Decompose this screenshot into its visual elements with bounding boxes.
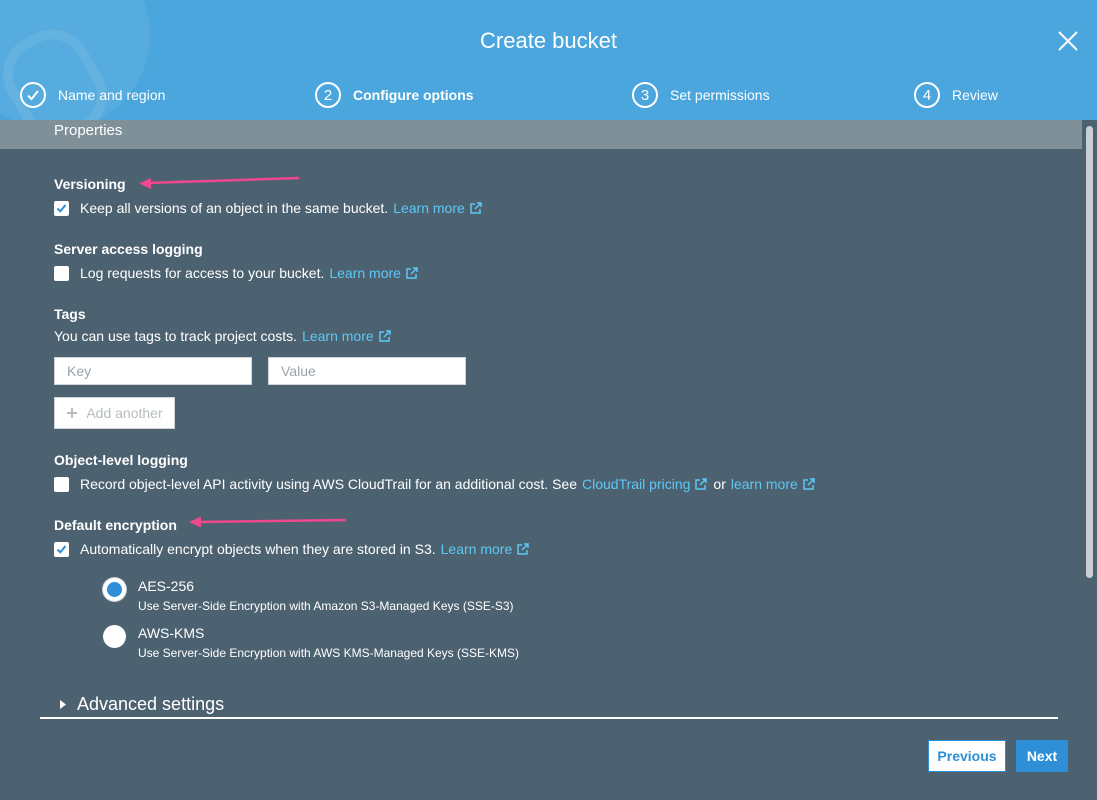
external-link-icon	[470, 202, 482, 214]
server-access-logging-checkbox[interactable]	[54, 265, 69, 281]
tags-text: You can use tags to track project costs.	[54, 328, 298, 344]
advanced-settings-label: Advanced settings	[77, 694, 225, 714]
tags-heading: Tags	[54, 306, 86, 322]
annotation-arrow-encryption	[189, 516, 347, 528]
versioning-row: Keep all versions of an object in the sa…	[54, 200, 483, 216]
annotation-arrow-versioning	[139, 176, 300, 189]
divider	[40, 717, 1058, 719]
server-access-logging-learn-more-link[interactable]: Learn more	[329, 265, 401, 281]
checkmark-icon	[20, 82, 46, 108]
next-button[interactable]: Next	[1016, 740, 1068, 772]
object-level-logging-checkbox[interactable]	[54, 476, 69, 492]
plus-icon	[67, 408, 78, 418]
versioning-learn-more-link[interactable]: Learn more	[393, 200, 465, 216]
tag-value-input[interactable]	[268, 357, 466, 385]
server-access-logging-text: Log requests for access to your bucket.	[80, 265, 325, 281]
step-name-and-region[interactable]: Name and region	[20, 82, 165, 108]
close-icon[interactable]	[1057, 30, 1079, 52]
default-encryption-row: Automatically encrypt objects when they …	[54, 541, 530, 557]
external-link-icon	[378, 330, 391, 342]
aes-256-description: Use Server-Side Encryption with Amazon S…	[138, 599, 514, 613]
aes-256-radio[interactable]	[103, 578, 126, 601]
properties-section-bar: Properties	[0, 120, 1082, 149]
external-link-icon	[803, 478, 815, 490]
modal-title: Create bucket	[480, 28, 617, 53]
aws-kms-title: AWS-KMS	[138, 625, 205, 641]
object-level-logging-row: Record object-level API activity using A…	[54, 476, 816, 492]
server-access-logging-heading: Server access logging	[54, 241, 203, 257]
default-encryption-heading: Default encryption	[54, 517, 177, 533]
tags-description-row: You can use tags to track project costs.…	[54, 328, 392, 344]
aws-kms-radio[interactable]	[103, 625, 126, 648]
versioning-heading: Versioning	[54, 176, 126, 192]
add-another-tag-button[interactable]: Add another	[54, 397, 175, 429]
external-link-icon	[695, 478, 708, 490]
versioning-text: Keep all versions of an object in the sa…	[80, 200, 389, 216]
default-encryption-text: Automatically encrypt objects when they …	[80, 541, 436, 557]
tag-key-input[interactable]	[54, 357, 252, 385]
scrollbar-thumb[interactable]	[1086, 126, 1093, 578]
step-number: 3	[632, 82, 658, 108]
external-link-icon	[406, 267, 418, 279]
or-text: or	[713, 476, 726, 492]
advanced-settings-toggle[interactable]: Advanced settings	[60, 694, 224, 715]
cloudtrail-pricing-link[interactable]: CloudTrail pricing	[582, 476, 690, 492]
versioning-checkbox[interactable]	[54, 200, 69, 216]
add-another-label: Add another	[86, 405, 163, 421]
step-label: Configure options	[353, 87, 474, 103]
step-number: 2	[315, 82, 341, 108]
step-label: Set permissions	[670, 87, 770, 103]
step-review[interactable]: 4 Review	[914, 82, 998, 108]
previous-button[interactable]: Previous	[928, 740, 1006, 772]
step-number: 4	[914, 82, 940, 108]
default-encryption-learn-more-link[interactable]: Learn more	[441, 541, 513, 557]
modal-header: Create bucket Name and region 2 Configur…	[0, 0, 1097, 120]
aes-256-title: AES-256	[138, 578, 195, 594]
step-label: Review	[952, 87, 998, 103]
object-level-logging-learn-more-link[interactable]: learn more	[731, 476, 798, 492]
default-encryption-checkbox[interactable]	[54, 541, 69, 557]
properties-label: Properties	[54, 122, 123, 139]
caret-right-icon	[60, 700, 66, 709]
object-level-logging-text: Record object-level API activity using A…	[80, 476, 577, 492]
object-level-logging-heading: Object-level logging	[54, 452, 188, 468]
step-configure-options[interactable]: 2 Configure options	[315, 82, 474, 108]
tags-learn-more-link[interactable]: Learn more	[302, 328, 374, 344]
step-set-permissions[interactable]: 3 Set permissions	[632, 82, 770, 108]
aws-kms-description: Use Server-Side Encryption with AWS KMS-…	[138, 646, 520, 660]
step-label: Name and region	[58, 87, 166, 103]
external-link-icon	[517, 543, 529, 555]
server-access-logging-row: Log requests for access to your bucket. …	[54, 265, 419, 281]
